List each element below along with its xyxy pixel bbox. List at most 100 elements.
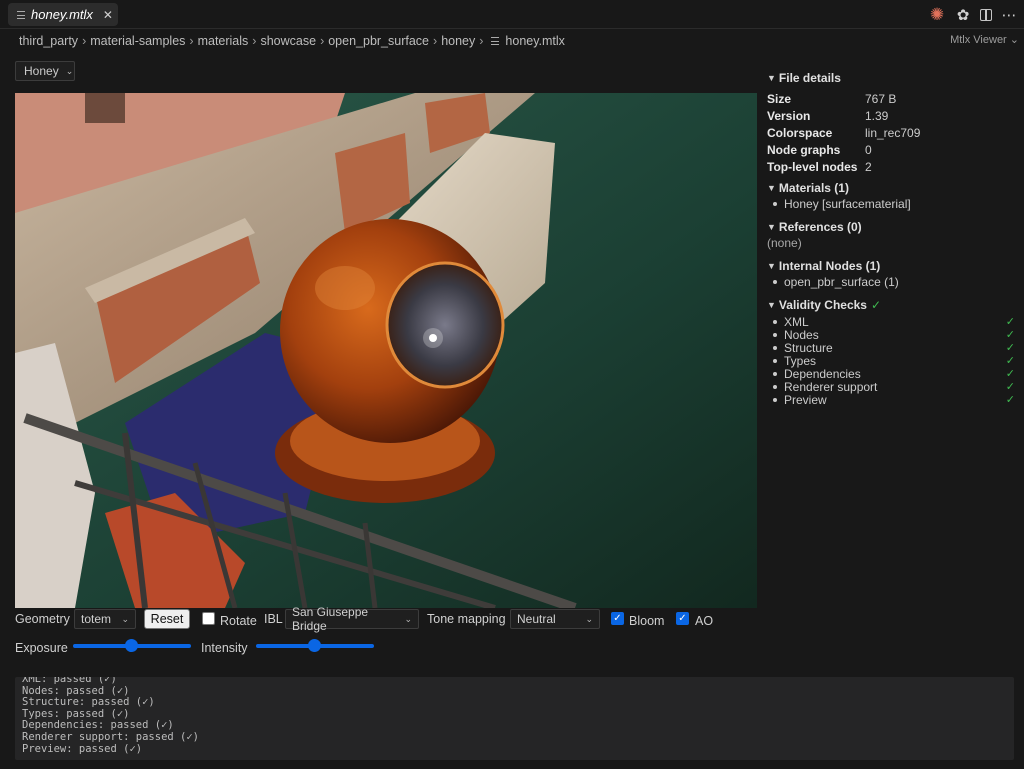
geometry-select[interactable]: totem ⌄ <box>74 609 136 629</box>
tonemap-select-value: Neutral <box>517 612 556 626</box>
material-select[interactable]: Honey ⌄ <box>15 61 75 81</box>
bullet-icon <box>773 280 777 284</box>
caret-down-icon: ▼ <box>767 300 776 310</box>
detail-key: Colorspace <box>767 125 833 140</box>
log-line: Preview: passed (✓) <box>22 742 143 755</box>
check-icon: ✓ <box>1005 394 1015 406</box>
breadcrumb-separator: › <box>320 33 325 48</box>
bloom-checkbox[interactable]: ✓ <box>611 612 624 625</box>
bullet-icon <box>773 202 777 206</box>
breadcrumb-item[interactable]: showcase <box>260 34 316 48</box>
file-lines-icon <box>17 10 25 19</box>
breadcrumb-item[interactable]: open_pbr_surface <box>328 34 429 48</box>
ibl-select[interactable]: San Giuseppe Bridge ⌄ <box>285 605 419 633</box>
caret-down-icon: ▼ <box>767 73 776 83</box>
detail-value: 767 B <box>865 91 897 106</box>
log-line: Renderer support: passed (✓) <box>22 730 200 743</box>
chevron-down-icon: ⌄ <box>585 613 593 624</box>
tab-honey-mtlx[interactable]: honey.mtlx ✕ <box>8 3 118 26</box>
check-name: Structure <box>784 340 833 355</box>
file-lines-icon <box>491 36 500 45</box>
validity-header[interactable]: ▼ Validity Checks ✓ <box>767 297 1017 313</box>
geometry-select-value: totem <box>81 612 112 626</box>
log-line: Nodes: passed (✓) <box>22 684 130 697</box>
check-icon: ✓ <box>1005 368 1015 380</box>
log-line: Structure: passed (✓) <box>22 696 155 709</box>
check-name: Preview <box>784 392 827 407</box>
detail-row: Colorspace lin_rec709 <box>767 124 1017 141</box>
detail-key: Top-level nodes <box>767 159 858 174</box>
close-icon[interactable]: ✕ <box>103 8 113 22</box>
reset-button[interactable]: Reset <box>144 609 190 629</box>
breadcrumb-separator: › <box>189 33 194 48</box>
tonemap-label: Tone mapping <box>427 612 506 626</box>
detail-value: 2 <box>865 159 872 174</box>
exposure-label: Exposure <box>15 641 68 655</box>
rotate-checkbox[interactable] <box>202 612 215 625</box>
section-title: References (0) <box>778 220 862 234</box>
check-icon: ✓ <box>1005 355 1015 367</box>
references-header[interactable]: ▼ References (0) <box>767 219 1017 235</box>
materials-header[interactable]: ▼ Materials (1) <box>767 180 1017 196</box>
list-item: open_pbr_surface (1) <box>767 274 1017 290</box>
openai-icon[interactable]: ✿ <box>954 6 972 24</box>
detail-value: 1.39 <box>865 108 889 123</box>
breadcrumb-item[interactable]: material-samples <box>90 34 185 48</box>
bullet-icon <box>773 332 777 337</box>
detail-row: Size 767 B <box>767 90 1017 107</box>
tonemap-select[interactable]: Neutral ⌄ <box>510 609 600 629</box>
references-empty: (none) <box>767 236 802 250</box>
check-name: Types <box>784 353 817 368</box>
detail-key: Node graphs <box>767 142 841 157</box>
material-select-value: Honey <box>24 64 59 78</box>
tab-bar: honey.mtlx ✕ ✺ ✿ ⋯ <box>0 0 1024 29</box>
breadcrumb-item[interactable]: third_party <box>19 34 78 48</box>
caret-down-icon: ▼ <box>767 261 776 271</box>
viewer-label[interactable]: Mtlx Viewer ⌄ <box>950 33 1019 46</box>
detail-value: 0 <box>865 142 872 157</box>
claude-icon[interactable]: ✺ <box>928 5 946 24</box>
rotate-label: Rotate <box>220 614 257 628</box>
bullet-icon <box>773 345 777 350</box>
detail-value: lin_rec709 <box>865 125 921 140</box>
internal-nodes-header[interactable]: ▼ Internal Nodes (1) <box>767 258 1017 274</box>
bullet-icon <box>773 384 777 389</box>
check-name: Nodes <box>784 327 819 342</box>
validity-check-row: Preview ✓ <box>767 392 1017 407</box>
slider-controls: Exposure Intensity <box>15 638 415 658</box>
exposure-slider-thumb[interactable] <box>125 639 138 652</box>
section-title: Internal Nodes (1) <box>778 259 881 273</box>
chevron-down-icon: ⌄ <box>121 613 129 624</box>
breadcrumb-item[interactable]: materials <box>198 34 249 48</box>
ao-checkbox[interactable]: ✓ <box>676 612 689 625</box>
check-icon: ✓ <box>1005 381 1015 393</box>
bullet-icon <box>773 358 777 363</box>
detail-row: Top-level nodes 2 <box>767 158 1017 175</box>
check-name: Renderer support <box>784 379 878 394</box>
more-icon[interactable]: ⋯ <box>1000 6 1018 24</box>
breadcrumb-item[interactable]: honey <box>441 34 475 48</box>
validation-log[interactable]: XML: passed (✓) Nodes: passed (✓) Struct… <box>15 677 1014 760</box>
render-viewport[interactable] <box>15 93 757 608</box>
validity-check-row: XML ✓ <box>767 314 1017 329</box>
bullet-icon <box>773 371 777 376</box>
bullet-icon <box>773 319 777 324</box>
file-details-header[interactable]: ▼ File details <box>767 70 1017 86</box>
section-title: File details <box>778 71 841 85</box>
detail-key: Version <box>767 108 811 123</box>
chevron-down-icon: ⌄ <box>65 65 74 76</box>
breadcrumb-file[interactable]: honey.mtlx <box>505 34 565 48</box>
split-editor-icon[interactable] <box>980 9 992 21</box>
log-line: XML: passed (✓) <box>22 677 117 685</box>
intensity-slider-thumb[interactable] <box>308 639 321 652</box>
bloom-label: Bloom <box>629 614 665 628</box>
section-title: Validity Checks <box>778 298 867 312</box>
validity-check-row: Structure ✓ <box>767 340 1017 355</box>
scene-render <box>15 93 757 608</box>
validity-check-row: Nodes ✓ <box>767 327 1017 342</box>
chevron-down-icon: ⌄ <box>404 613 412 624</box>
check-name: XML <box>784 314 809 329</box>
caret-down-icon: ▼ <box>767 222 776 232</box>
editor-actions: ✺ ✿ ⋯ <box>928 5 1018 25</box>
breadcrumb-separator: › <box>252 33 257 48</box>
